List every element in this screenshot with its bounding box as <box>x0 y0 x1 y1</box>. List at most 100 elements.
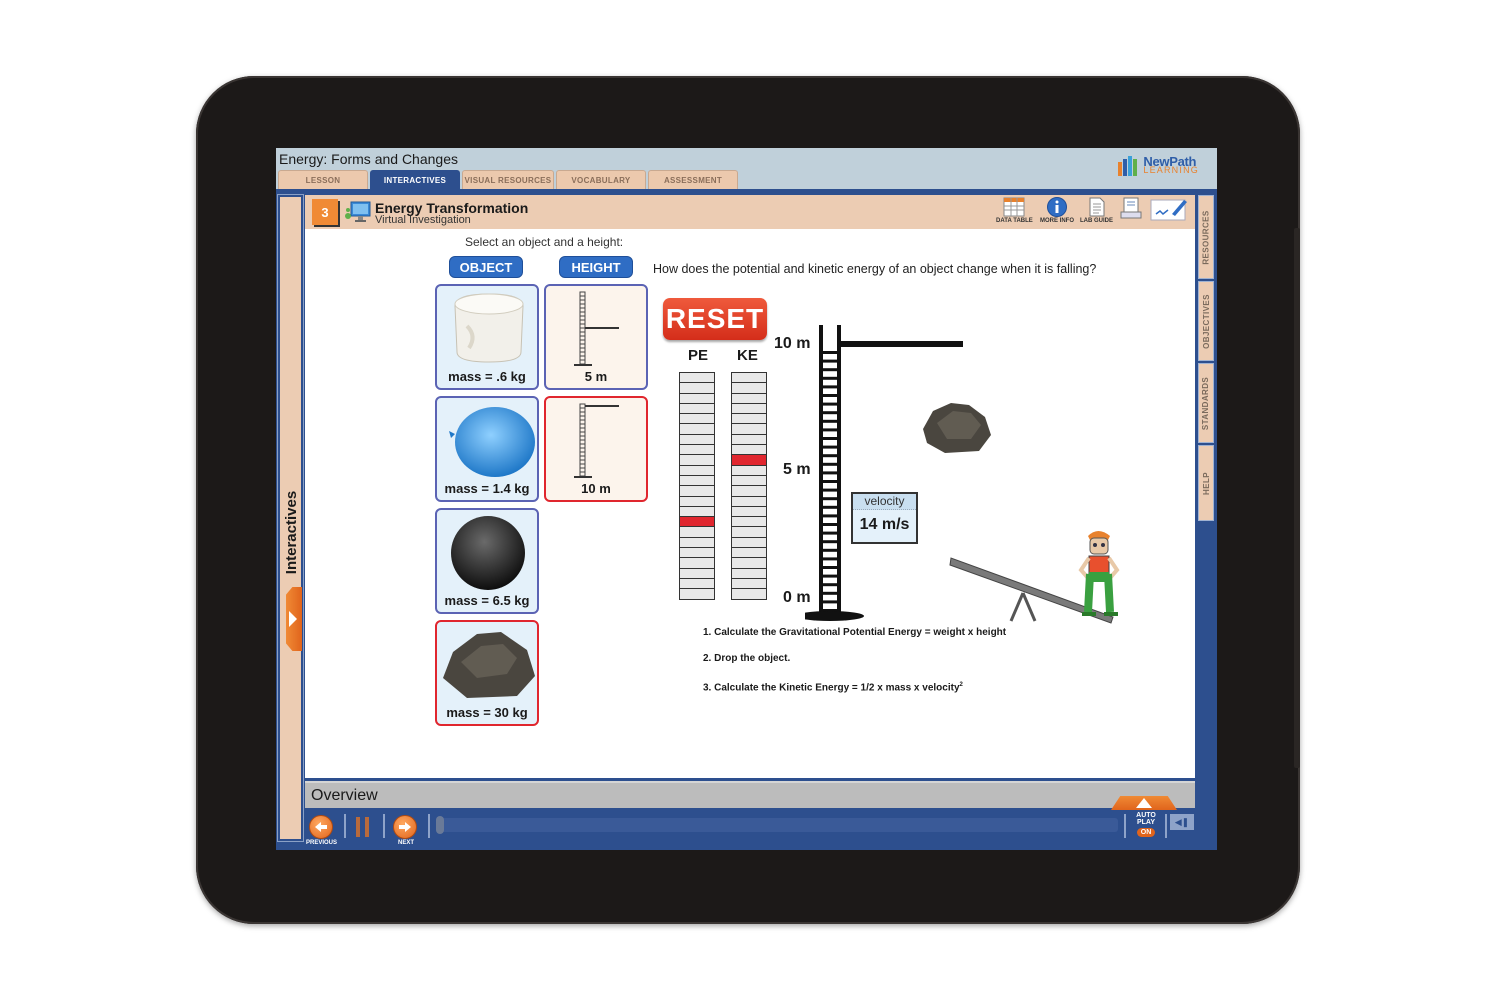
autoplay-label-2: PLAY <box>1136 819 1156 826</box>
mini-ladder-10m-icon <box>574 403 619 478</box>
narration-progress-bar[interactable] <box>436 816 1118 834</box>
activity-number-badge: 3 <box>312 199 338 225</box>
arrow-right-icon <box>399 822 411 832</box>
ladder-rung <box>821 376 839 380</box>
height-card-5m[interactable]: 5 m <box>544 284 648 390</box>
autoplay-toggle[interactable]: AUTO PLAY ON <box>1131 812 1161 837</box>
height-card-10m[interactable]: 10 m <box>544 396 648 502</box>
data-table-button[interactable]: DATA TABLE <box>996 197 1033 224</box>
squared-superscript: 2 <box>959 682 963 688</box>
sidebar-expand-button[interactable] <box>286 587 302 651</box>
divider <box>383 814 385 838</box>
velocity-value: 14 m/s <box>859 516 910 533</box>
investigation-question: How does the potential and kinetic energ… <box>653 262 1097 276</box>
object-card-balloon[interactable]: mass = 1.4 kg <box>435 396 539 502</box>
playback-controls: PREVIOUS NEXT AUTO PLAY ON ◀❚ <box>276 808 1217 850</box>
ladder-rung <box>821 497 839 501</box>
tab-vocabulary[interactable]: VOCABULARY <box>556 170 646 189</box>
ladder-rung <box>821 505 839 509</box>
ladder-rung <box>821 437 839 440</box>
instruction-step-2: 2. Drop the object. <box>703 653 791 664</box>
ladder-rung <box>821 514 839 518</box>
data-table-label: DATA TABLE <box>996 218 1033 224</box>
ladder-rung <box>821 548 839 552</box>
object-pill: OBJECT <box>449 256 523 278</box>
ladder-rung <box>821 428 839 432</box>
tab-interactives[interactable]: INTERACTIVES <box>370 170 460 189</box>
divider <box>344 814 346 838</box>
ladder-rung <box>821 583 839 587</box>
tab-lesson[interactable]: LESSON <box>278 170 368 189</box>
left-sidebar-label: Interactives <box>283 490 301 574</box>
volume-button[interactable]: ◀❚ <box>1170 814 1194 830</box>
ladder-rung <box>821 402 839 406</box>
app-screen: Energy: Forms and Changes NewPath LEARNI… <box>276 148 1217 850</box>
cartoon-person-icon <box>1078 531 1120 616</box>
sidebar-tab-help[interactable]: HELP <box>1198 445 1214 521</box>
sidebar-tab-label: STANDARDS <box>1201 376 1211 430</box>
autoplay-state: ON <box>1136 828 1156 837</box>
object-card-rock[interactable]: mass = 30 kg <box>435 620 539 726</box>
divider <box>1124 814 1126 838</box>
lab-guide-button[interactable]: LAB GUIDE <box>1080 197 1113 224</box>
autoplay-label-1: AUTO <box>1136 812 1156 819</box>
velocity-readout: velocity 14 m/s <box>851 492 918 544</box>
computer-monitor-icon <box>345 201 371 222</box>
ladder-rung <box>821 471 839 475</box>
mini-ladder-5m-icon <box>574 291 619 366</box>
previous-label: PREVIOUS <box>306 840 338 846</box>
ladder-rung <box>821 368 839 372</box>
potential-energy-meter <box>679 372 715 600</box>
more-info-button[interactable]: MORE INFO <box>1040 197 1074 224</box>
pause-button[interactable] <box>356 817 372 837</box>
sidebar-tab-objectives[interactable]: OBJECTIVES <box>1198 281 1214 361</box>
data-table-icon <box>1003 197 1025 217</box>
ladder-rung <box>821 454 839 458</box>
sidebar-tab-label: HELP <box>1201 471 1211 495</box>
ladder-rung <box>821 600 839 604</box>
whiteboard-button[interactable] <box>1150 196 1188 222</box>
app-title: Energy: Forms and Changes <box>279 151 458 167</box>
kinetic-energy-meter <box>731 372 767 600</box>
arrow-left-icon <box>315 822 327 832</box>
velocity-label: velocity <box>853 494 916 510</box>
ladder-rung <box>821 488 839 492</box>
ladder-rung <box>821 523 839 526</box>
logo-text-learning: LEARNING <box>1143 165 1199 175</box>
instruction-step-1: 1. Calculate the Gravitational Potential… <box>703 627 1007 638</box>
progress-thumb[interactable] <box>436 816 444 834</box>
activity-header: 3 Energy Transformation Virtual Investig… <box>305 195 1195 229</box>
tab-assessment[interactable]: ASSESSMENT <box>648 170 738 189</box>
marshmallow-icon <box>454 293 524 363</box>
activity-panel: 3 Energy Transformation Virtual Investig… <box>305 195 1195 778</box>
print-button[interactable] <box>1120 197 1142 221</box>
balloon-icon <box>449 407 535 477</box>
previous-button[interactable] <box>309 815 333 839</box>
meter-segment <box>679 588 715 600</box>
rock-icon <box>443 632 535 698</box>
sidebar-tab-resources[interactable]: RESOURCES <box>1198 195 1214 279</box>
sidebar-tab-standards[interactable]: STANDARDS <box>1198 363 1214 443</box>
meter-segment <box>731 588 767 600</box>
object-mass-label: mass = 1.4 kg <box>444 481 530 496</box>
instruction-step-3-text: 3. Calculate the Kinetic Energy = 1/2 x … <box>703 682 960 694</box>
overview-bar[interactable]: Overview <box>305 781 1195 808</box>
ladder-rung <box>821 591 839 595</box>
ladder-rung <box>821 531 839 535</box>
sidebar-tab-label: OBJECTIVES <box>1201 293 1211 349</box>
main-tabs: LESSON INTERACTIVES VISUAL RESOURCES VOC… <box>278 170 738 189</box>
divider <box>1165 814 1167 838</box>
ladder-rung <box>821 359 839 363</box>
object-mass-label: mass = 30 kg <box>446 705 528 720</box>
object-mass-label: mass = .6 kg <box>448 369 526 384</box>
newpath-logo: NewPath LEARNING <box>1118 155 1199 176</box>
ladder-rung <box>821 411 839 415</box>
object-card-marshmallow[interactable]: mass = .6 kg <box>435 284 539 390</box>
next-button[interactable] <box>393 815 417 839</box>
reset-button[interactable]: RESET <box>663 298 767 340</box>
tab-visual-resources[interactable]: VISUAL RESOURCES <box>462 170 554 189</box>
object-card-bowling-ball[interactable]: mass = 6.5 kg <box>435 508 539 614</box>
info-icon <box>1047 197 1067 217</box>
ladder-rung <box>821 566 839 569</box>
height-label: 5 m <box>584 369 608 384</box>
